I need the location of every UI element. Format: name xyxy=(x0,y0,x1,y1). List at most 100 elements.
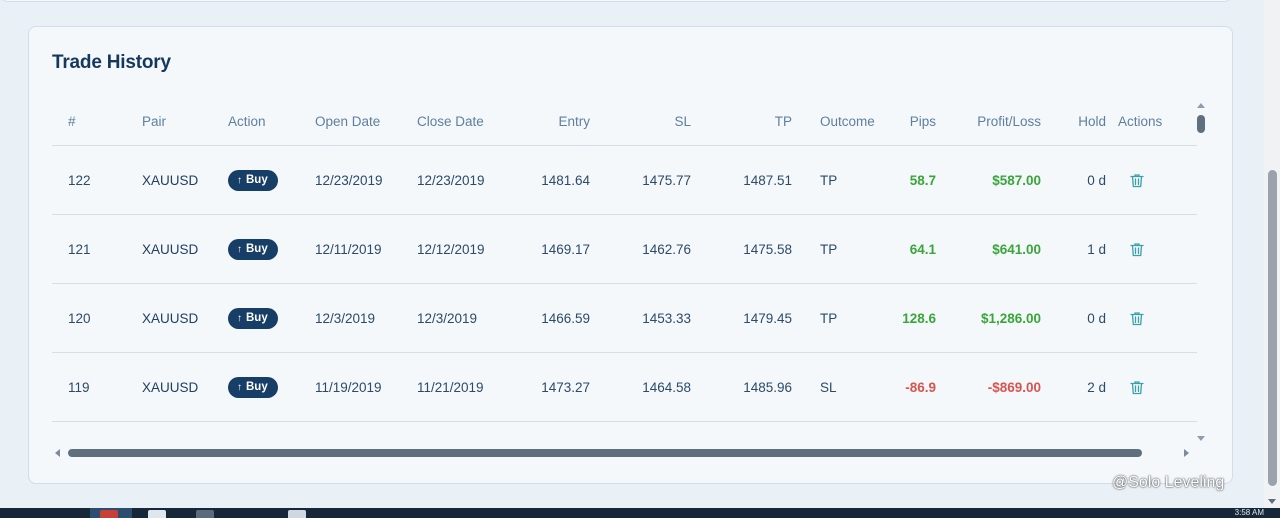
cell-id: 121 xyxy=(52,214,142,284)
page-scroll-down-icon[interactable] xyxy=(1268,499,1276,504)
col-header-profit-loss[interactable]: Profit/Loss xyxy=(936,97,1041,146)
cell-tp: 1475.58 xyxy=(691,214,792,284)
cell-tp: 1479.45 xyxy=(691,283,792,353)
cell-pips: 58.7 xyxy=(880,145,936,215)
cell-close-date: 11/21/2019 xyxy=(417,352,519,422)
cell-actions xyxy=(1106,283,1197,353)
cell-entry: 1473.27 xyxy=(519,352,590,422)
scroll-left-arrow-icon[interactable] xyxy=(55,449,60,457)
table-vertical-scrollbar[interactable] xyxy=(1195,101,1207,441)
previous-card-edge xyxy=(0,0,1232,2)
cell-entry: 1466.59 xyxy=(519,283,590,353)
scroll-right-arrow-icon[interactable] xyxy=(1184,449,1189,457)
col-header-pair[interactable]: Pair xyxy=(142,97,228,146)
cell-open-date: 12/3/2019 xyxy=(315,283,417,353)
cell-open-date: 12/11/2019 xyxy=(315,214,417,284)
col-header-pips[interactable]: Pips xyxy=(880,97,936,146)
cell-id: 122 xyxy=(52,145,142,215)
cell-close-date: 12/23/2019 xyxy=(417,145,519,215)
cell-tp: 1487.51 xyxy=(691,145,792,215)
col-header-entry[interactable]: Entry xyxy=(519,97,590,146)
cell-open-date: 12/23/2019 xyxy=(315,145,417,215)
horizontal-scroll-thumb[interactable] xyxy=(68,449,1142,457)
cell-pair: XAUUSD xyxy=(142,145,228,215)
col-header-tp[interactable]: TP xyxy=(691,97,792,146)
cell-sl: 1462.76 xyxy=(590,214,691,284)
page-scroll-thumb[interactable] xyxy=(1268,170,1277,486)
trash-icon xyxy=(1130,174,1144,188)
cell-profit-loss: $1,286.00 xyxy=(936,283,1041,353)
col-header-hold[interactable]: Hold xyxy=(1041,97,1106,146)
table-row[interactable]: 122 XAUUSD ↑ Buy 12/23/2019 12/23/2019 1481.64… xyxy=(52,145,1197,215)
badge-label: Buy xyxy=(246,311,268,324)
cell-profit-loss: -$869.00 xyxy=(936,352,1041,422)
taskbar-app-icon[interactable] xyxy=(148,510,166,518)
trade-history-table: # Pair Action Open Date Close Date Entry… xyxy=(52,97,1197,447)
os-taskbar: 3:58 AM xyxy=(0,508,1280,518)
badge-label: Buy xyxy=(246,173,268,186)
col-header-outcome[interactable]: Outcome xyxy=(792,97,880,146)
table-row[interactable]: 119 XAUUSD ↑ Buy 11/19/2019 11/21/2019 1473.27… xyxy=(52,352,1197,422)
cell-outcome: SL xyxy=(792,352,880,422)
table-scroll-area[interactable]: # Pair Action Open Date Close Date Entry… xyxy=(52,97,1197,447)
taskbar-app-icon[interactable] xyxy=(196,510,214,518)
delete-button[interactable] xyxy=(1130,310,1144,326)
scroll-down-arrow-icon[interactable] xyxy=(1197,436,1205,441)
trash-icon xyxy=(1130,243,1144,257)
cell-actions xyxy=(1106,145,1197,215)
cell-close-date: 12/3/2019 xyxy=(417,283,519,353)
table-row[interactable]: 121 XAUUSD ↑ Buy 12/11/2019 12/12/2019 1469.17… xyxy=(52,214,1197,284)
cell-profit-loss: $641.00 xyxy=(936,214,1041,284)
cell-action: ↑ Buy xyxy=(228,283,315,353)
cell-open-date: 11/19/2019 xyxy=(315,352,417,422)
cell-action: ↑Buy xyxy=(228,422,315,448)
scroll-up-arrow-icon[interactable] xyxy=(1197,103,1205,108)
arrow-up-icon: ↑ xyxy=(237,243,242,255)
cell-profit-loss: $587.00 xyxy=(936,145,1041,215)
cell-entry: 1481.64 xyxy=(519,145,590,215)
table-row[interactable]: ↑Buy xyxy=(52,422,1197,448)
delete-button[interactable] xyxy=(1130,241,1144,257)
buy-badge: ↑ Buy xyxy=(228,169,278,191)
cell-hold: 0 d xyxy=(1041,145,1106,215)
arrow-up-icon: ↑ xyxy=(237,174,242,186)
buy-badge: ↑ Buy xyxy=(228,307,278,329)
page-scrollbar[interactable] xyxy=(1264,0,1280,508)
cell-action: ↑ Buy xyxy=(228,214,315,284)
col-header-id[interactable]: # xyxy=(52,97,142,146)
cell-hold: 2 d xyxy=(1041,352,1106,422)
trash-icon xyxy=(1130,312,1144,326)
col-header-open-date[interactable]: Open Date xyxy=(315,97,417,146)
col-header-sl[interactable]: SL xyxy=(590,97,691,146)
trade-history-card: Trade History # Pair Action Open Date Cl… xyxy=(28,26,1233,484)
cell-action: ↑ Buy xyxy=(228,145,315,215)
browser-app-icon[interactable] xyxy=(100,510,118,518)
cell-sl: 1464.58 xyxy=(590,352,691,422)
delete-button[interactable] xyxy=(1130,172,1144,188)
badge-label: Buy xyxy=(246,380,268,393)
col-header-close-date[interactable]: Close Date xyxy=(417,97,519,146)
cell-entry: 1469.17 xyxy=(519,214,590,284)
taskbar-clock[interactable]: 3:58 AM xyxy=(1235,508,1264,518)
cell-pips: -86.9 xyxy=(880,352,936,422)
cell-pips: 64.1 xyxy=(880,214,936,284)
taskbar-app-icon[interactable] xyxy=(288,510,306,518)
cell-outcome: TP xyxy=(792,283,880,353)
cell-actions xyxy=(1106,352,1197,422)
table-header-row: # Pair Action Open Date Close Date Entry… xyxy=(52,97,1197,146)
cell-pips: 128.6 xyxy=(880,283,936,353)
cell-tp: 1485.96 xyxy=(691,352,792,422)
table-row[interactable]: 120 XAUUSD ↑ Buy 12/3/2019 12/3/2019 1466.59 14… xyxy=(52,283,1197,353)
table-horizontal-scrollbar[interactable] xyxy=(52,446,1192,460)
cell-sl: 1475.77 xyxy=(590,145,691,215)
badge-label: Buy xyxy=(246,242,268,255)
vertical-scroll-thumb[interactable] xyxy=(1197,115,1205,133)
cell-close-date: 12/12/2019 xyxy=(417,214,519,284)
delete-button[interactable] xyxy=(1130,379,1144,395)
col-header-action[interactable]: Action xyxy=(228,97,315,146)
buy-badge: ↑ Buy xyxy=(228,376,278,398)
col-header-actions: Actions xyxy=(1106,97,1197,146)
cell-outcome: TP xyxy=(792,145,880,215)
arrow-up-icon: ↑ xyxy=(237,312,242,324)
cell-sl: 1453.33 xyxy=(590,283,691,353)
